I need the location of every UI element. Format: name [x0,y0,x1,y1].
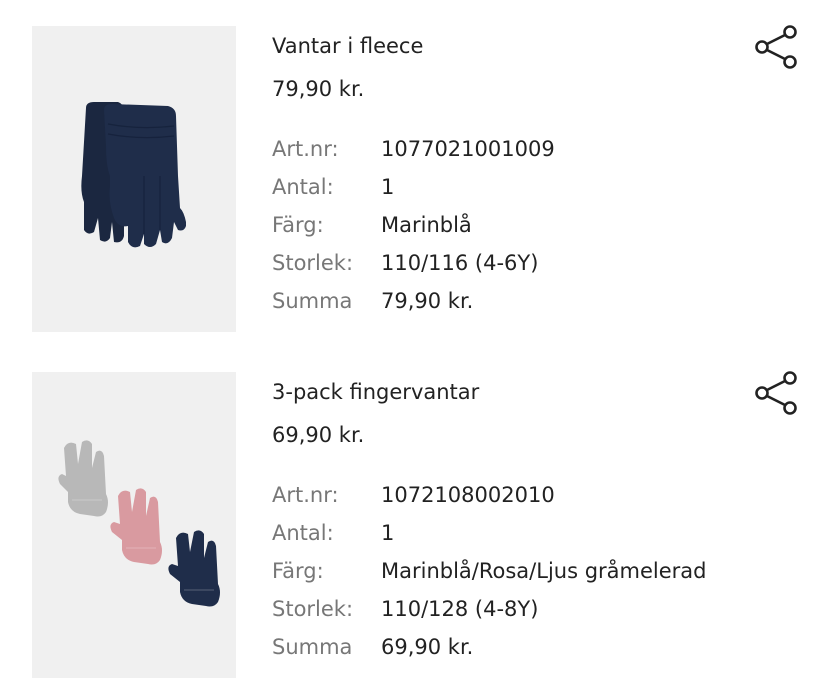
detail-label: Antal: [272,521,334,545]
product-price: 69,90 kr. [272,423,365,447]
detail-label: Färg: [272,559,324,583]
detail-label: Antal: [272,175,334,199]
detail-value: 110/116 (4-6Y) [381,251,539,275]
article-number-row: Art.nr: 1077021001009 [272,134,812,172]
product-image[interactable] [32,372,236,678]
product-details: Art.nr: 1072108002010 Antal: 1 Färg: Marinb… [272,480,812,670]
detail-value: 110/128 (4-8Y) [381,597,539,621]
quantity-row: Antal: 1 [272,172,812,210]
share-icon [755,371,797,415]
product-details: Art.nr: 1077021001009 Antal: 1 Färg: Marinb… [272,134,812,324]
share-button[interactable] [752,370,800,416]
detail-value: 1 [381,521,395,545]
detail-value: Marinblå/Rosa/Ljus gråmelerad [381,559,707,583]
detail-label: Storlek: [272,251,354,275]
total-row: Summa 79,90 kr. [272,286,812,324]
detail-value: Marinblå [381,213,472,237]
detail-label: Art.nr: [272,137,339,161]
product-image[interactable] [32,26,236,332]
total-row: Summa 69,90 kr. [272,632,812,670]
detail-label: Storlek: [272,597,354,621]
article-number-row: Art.nr: 1072108002010 [272,480,812,518]
detail-label: Färg: [272,213,324,237]
product-price: 79,90 kr. [272,77,365,101]
navy-fleece-gloves-image [81,102,186,248]
size-row: Storlek: 110/116 (4-6Y) [272,248,812,286]
detail-label: Summa [272,289,353,313]
three-knit-gloves-image [58,440,220,607]
color-row: Färg: Marinblå [272,210,812,248]
detail-value: 1072108002010 [381,483,555,507]
detail-label: Summa [272,635,353,659]
color-row: Färg: Marinblå/Rosa/Ljus gråmelerad [272,556,812,594]
size-row: Storlek: 110/128 (4-8Y) [272,594,812,632]
product-title[interactable]: 3-pack fingervantar [272,380,479,404]
quantity-row: Antal: 1 [272,518,812,556]
detail-value: 79,90 kr. [381,289,474,313]
detail-value: 69,90 kr. [381,635,474,659]
share-icon [755,25,797,69]
product-title[interactable]: Vantar i fleece [272,34,423,58]
detail-value: 1077021001009 [381,137,555,161]
detail-value: 1 [381,175,395,199]
share-button[interactable] [752,24,800,70]
detail-label: Art.nr: [272,483,339,507]
